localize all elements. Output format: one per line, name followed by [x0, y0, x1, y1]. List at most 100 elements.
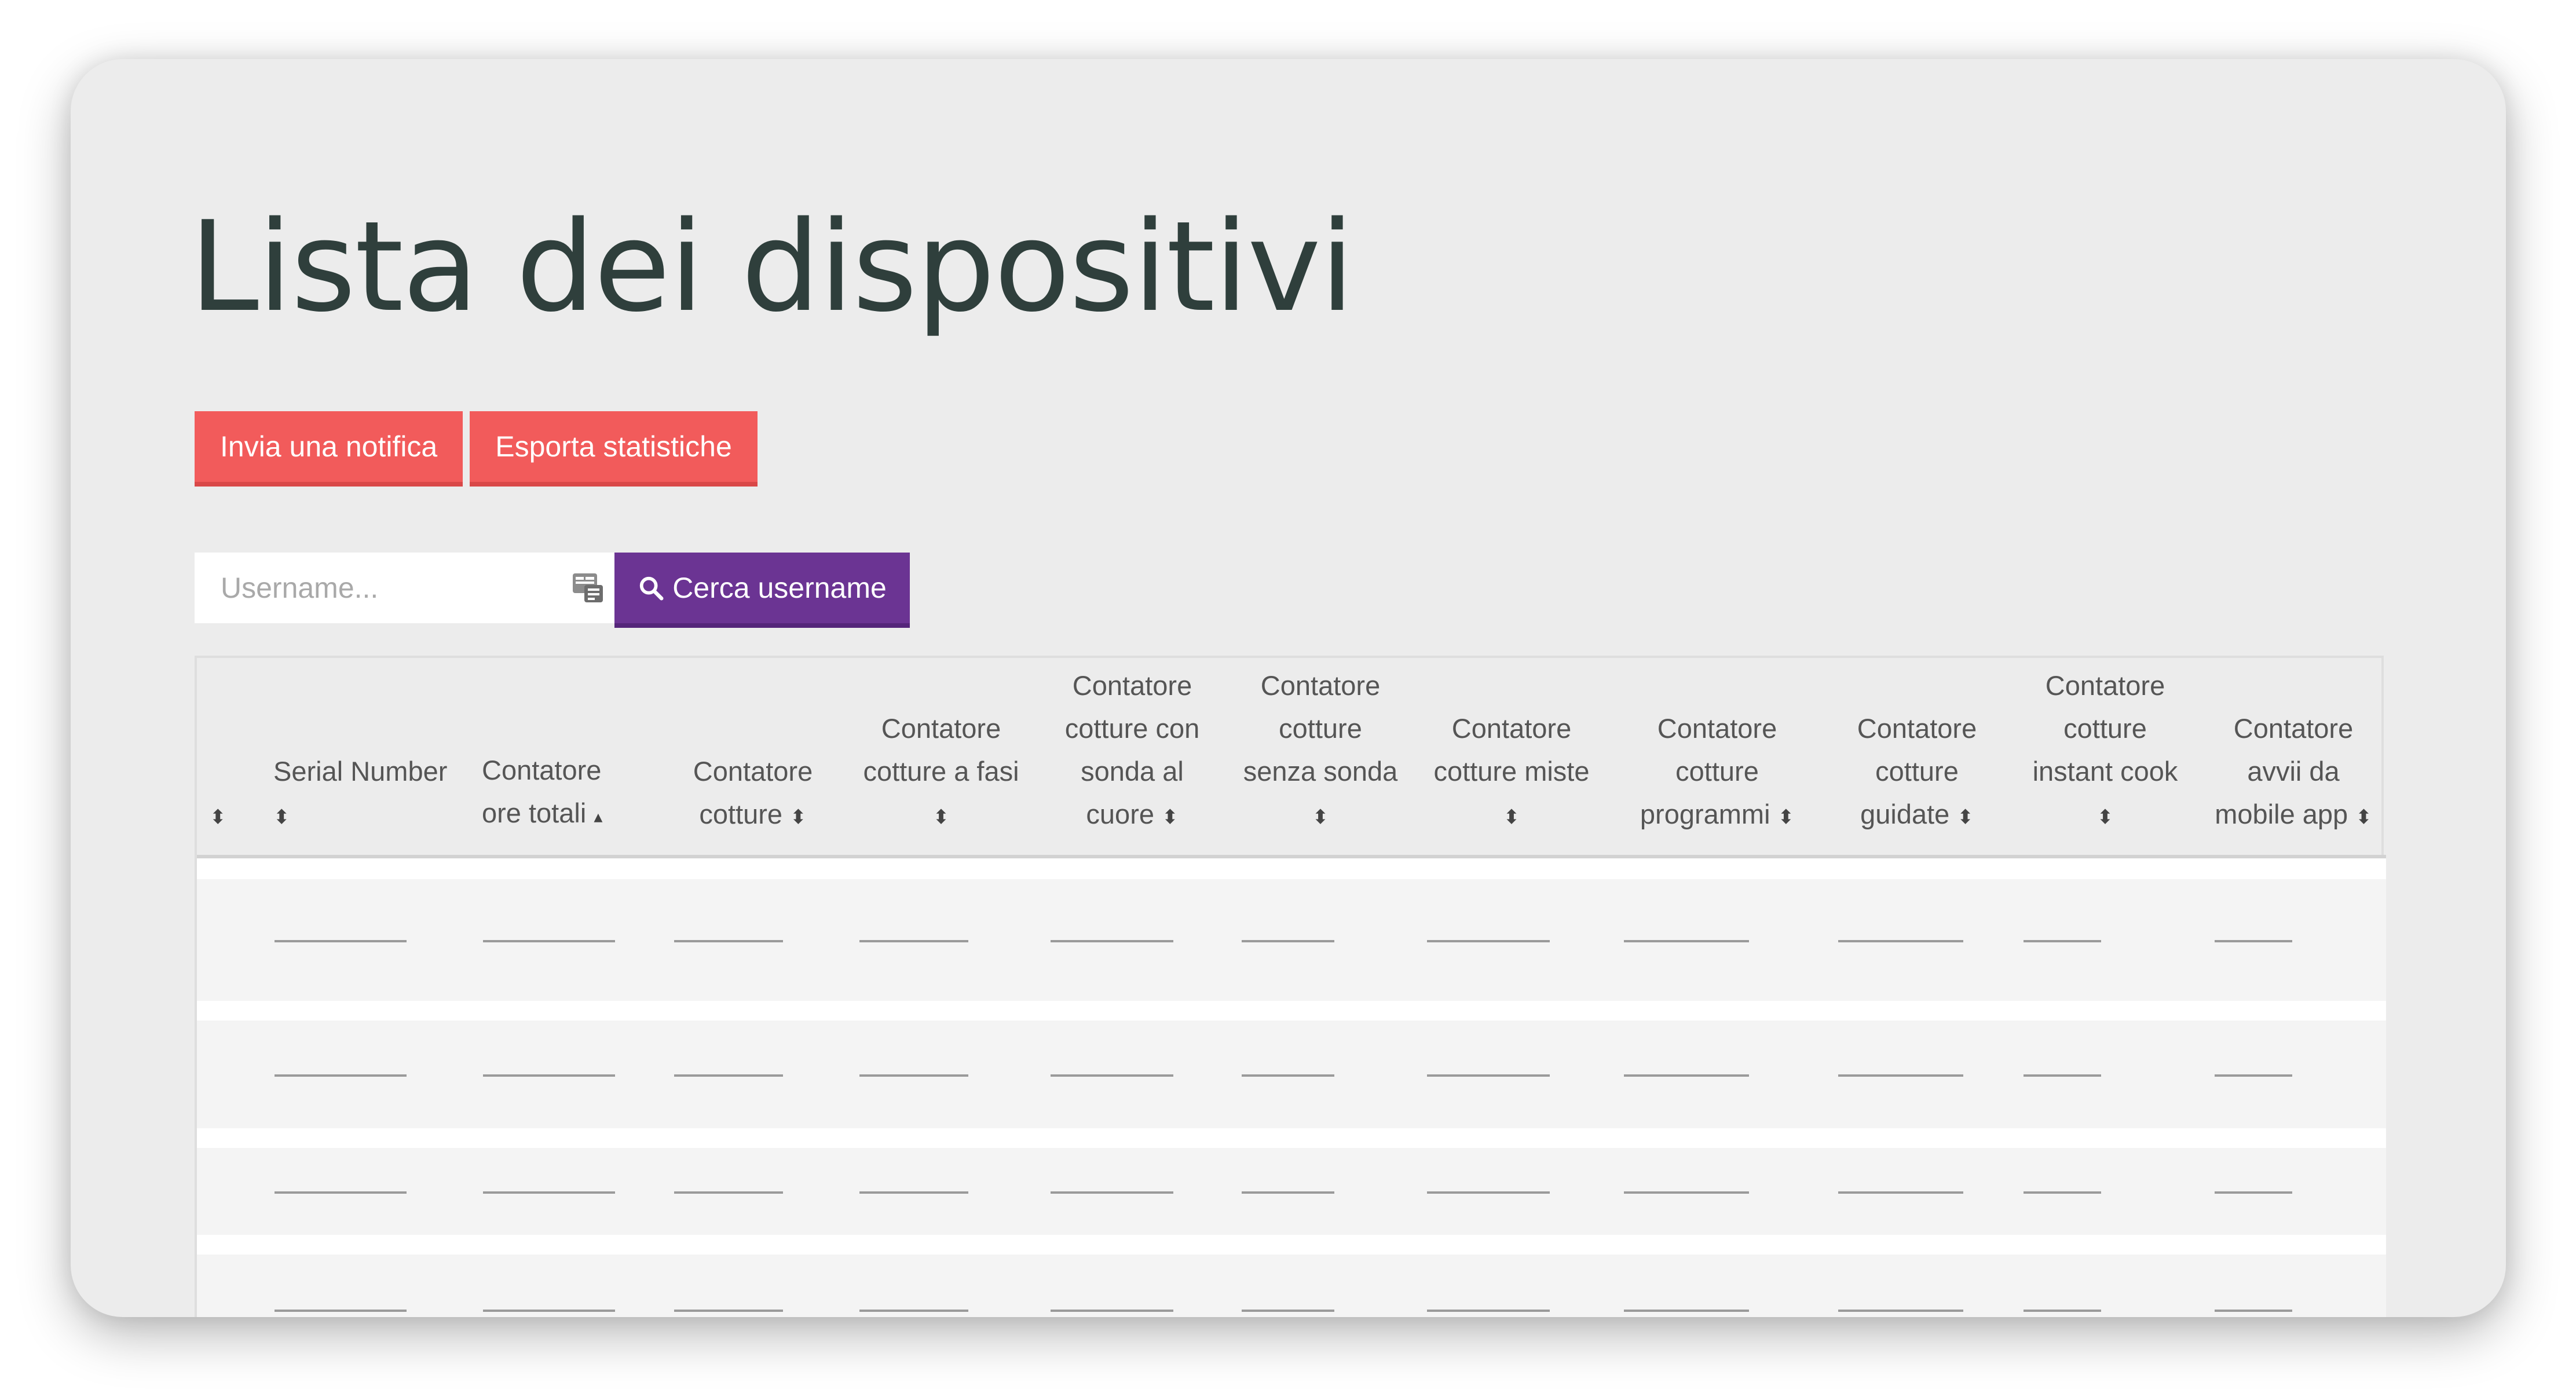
column-header-select[interactable]: ⬍: [197, 658, 261, 858]
row-separator: [197, 1128, 2386, 1148]
contact-card-icon[interactable]: [572, 570, 605, 605]
table-cell: [1228, 1148, 1413, 1235]
table-cell: [2201, 1021, 2386, 1128]
column-header-guided-cooking[interactable]: Contatore cotture guidate ⬍: [1824, 658, 2010, 858]
column-label: Contatore ore totali: [482, 755, 602, 828]
column-header-mobile-app-starts[interactable]: Contatore avvii da mobile app ⬍: [2201, 658, 2386, 858]
table-cell: [2010, 1255, 2201, 1317]
placeholder-line: [1427, 940, 1550, 942]
username-search: Cerca username: [195, 553, 910, 628]
table-cell: [469, 1148, 660, 1235]
placeholder-line: [674, 1074, 783, 1077]
sort-icon[interactable]: ⬍: [1162, 806, 1179, 828]
table-cell: [1037, 1021, 1228, 1128]
column-header-serial-number[interactable]: Serial Number ⬍: [261, 658, 469, 858]
column-label: Contatore cotture con sonda al cuore: [1064, 670, 1200, 829]
table-cell: [1610, 1148, 1824, 1235]
column-header-cooking-count[interactable]: Contatore cotture ⬍: [660, 658, 846, 858]
search-username-button[interactable]: Cerca username: [614, 553, 910, 628]
placeholder-line: [275, 1074, 407, 1077]
placeholder-line: [1838, 1310, 1963, 1312]
placeholder-line: [2215, 1191, 2292, 1194]
table-cell: [1610, 1021, 1824, 1128]
table-cell: [2010, 1148, 2201, 1235]
sort-icon[interactable]: ⬍: [2355, 806, 2372, 828]
column-header-core-probe-cooking[interactable]: Contatore cotture con sonda al cuore ⬍: [1037, 658, 1228, 858]
table-cell: [197, 1021, 261, 1128]
table-cell: [261, 879, 469, 1001]
placeholder-line: [1838, 940, 1963, 942]
placeholder-line: [1242, 1074, 1334, 1077]
table-spacer: [197, 858, 2386, 879]
table-cell: [1228, 879, 1413, 1001]
table-row[interactable]: [197, 1148, 2386, 1235]
page-card: Lista dei dispositivi Invia una notifica…: [71, 59, 2506, 1317]
sort-icon[interactable]: ⬍: [790, 806, 807, 828]
placeholder-line: [1242, 1191, 1334, 1194]
username-search-input[interactable]: [195, 553, 614, 623]
column-header-no-probe-cooking[interactable]: Contatore cotture senza sonda ⬍: [1228, 658, 1413, 858]
table-row[interactable]: [197, 879, 2386, 1001]
column-label: Serial Number: [273, 756, 448, 787]
placeholder-line: [674, 1191, 783, 1194]
placeholder-line: [1051, 1074, 1173, 1077]
placeholder-line: [1242, 1310, 1334, 1312]
table-cell: [1037, 879, 1228, 1001]
table-cell: [846, 1255, 1037, 1317]
placeholder-line: [2024, 940, 2101, 942]
sort-icon[interactable]: ⬍: [273, 806, 290, 828]
column-header-instant-cook[interactable]: Contatore cotture instant cook ⬍: [2010, 658, 2201, 858]
sort-asc-icon[interactable]: ▴: [594, 807, 602, 827]
table-cell: [261, 1148, 469, 1235]
column-label: Contatore cotture senza sonda: [1243, 670, 1398, 787]
table-row[interactable]: [197, 1021, 2386, 1128]
placeholder-line: [2215, 1310, 2292, 1312]
table-cell: [2201, 1148, 2386, 1235]
sort-icon[interactable]: ⬍: [933, 806, 950, 828]
column-header-phase-cooking[interactable]: Contatore cotture a fasi ⬍: [846, 658, 1037, 858]
table-cell: [660, 1255, 846, 1317]
placeholder-line: [859, 1074, 968, 1077]
table-cell: [660, 1148, 846, 1235]
table-cell: [1610, 1255, 1824, 1317]
placeholder-line: [1624, 1074, 1749, 1077]
sort-icon[interactable]: ⬍: [2097, 806, 2114, 828]
search-field-wrapper: [195, 553, 614, 623]
sort-icon[interactable]: ⬍: [210, 806, 226, 828]
table-cell: [197, 1148, 261, 1235]
table-cell: [261, 1021, 469, 1128]
table-cell: [1037, 1148, 1228, 1235]
page-title: Lista dei dispositivi: [189, 194, 1355, 339]
table-cell: [1413, 1148, 1610, 1235]
table-cell: [1610, 879, 1824, 1001]
table-cell: [2201, 879, 2386, 1001]
sort-icon[interactable]: ⬍: [1503, 806, 1520, 828]
placeholder-line: [1624, 1191, 1749, 1194]
send-notification-button[interactable]: Invia una notifica: [195, 411, 463, 487]
table-cell: [846, 879, 1037, 1001]
table-cell: [660, 879, 846, 1001]
sort-icon[interactable]: ⬍: [1778, 806, 1795, 828]
sort-icon[interactable]: ⬍: [1957, 806, 1974, 828]
column-header-mixed-cooking[interactable]: Contatore cotture miste ⬍: [1413, 658, 1610, 858]
table-row[interactable]: [197, 1255, 2386, 1317]
placeholder-line: [1051, 1191, 1173, 1194]
table-cell: [1824, 1255, 2010, 1317]
sort-icon[interactable]: ⬍: [1312, 806, 1329, 828]
placeholder-line: [674, 940, 783, 942]
search-icon: [640, 576, 664, 601]
table-cell: [197, 879, 261, 1001]
row-separator: [197, 1001, 2386, 1021]
table-cell: [1413, 1021, 1610, 1128]
action-buttons: Invia una notifica Esporta statistiche: [195, 411, 758, 487]
column-header-total-hours[interactable]: Contatore ore totali ▴: [469, 658, 660, 858]
placeholder-line: [483, 1191, 615, 1194]
table-cell: [846, 1148, 1037, 1235]
search-button-label: Cerca username: [672, 572, 887, 604]
placeholder-line: [275, 940, 407, 942]
export-statistics-button[interactable]: Esporta statistiche: [470, 411, 758, 487]
column-label: Contatore cotture programmi: [1640, 713, 1777, 829]
placeholder-line: [275, 1191, 407, 1194]
column-header-program-cooking[interactable]: Contatore cotture programmi ⬍: [1610, 658, 1824, 858]
table-cell: [469, 1255, 660, 1317]
